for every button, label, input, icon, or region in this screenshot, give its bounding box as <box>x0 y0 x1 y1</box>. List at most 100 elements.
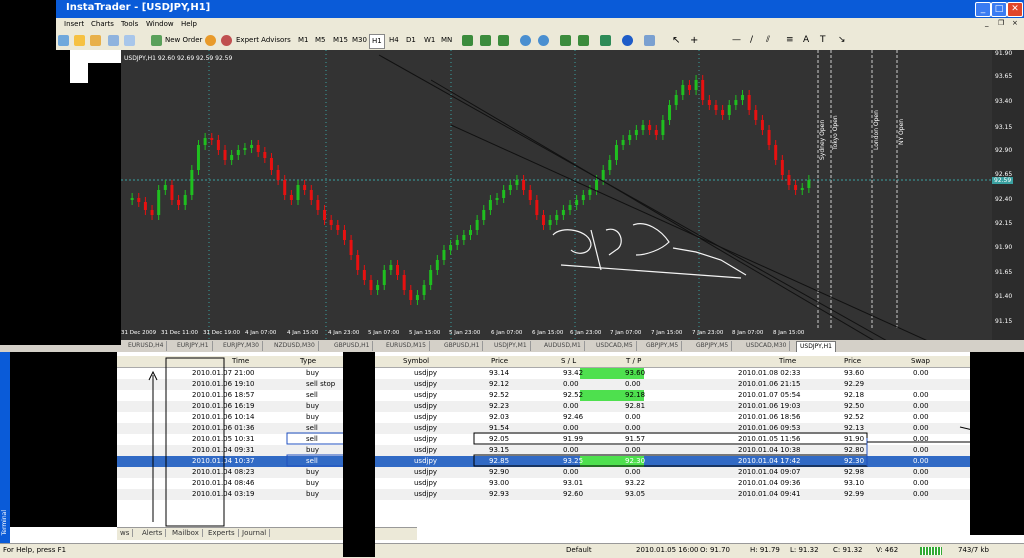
maximize-button[interactable]: □ <box>991 2 1007 17</box>
current-price-label: 92.59 <box>992 177 1014 184</box>
crosshair-icon[interactable]: + <box>690 34 698 47</box>
chart-tab[interactable]: EURUSD,H4 <box>125 341 168 351</box>
chart-tab[interactable]: GBPJPY,M5 <box>643 341 683 351</box>
redaction-block <box>0 64 70 85</box>
redaction-block <box>0 18 56 50</box>
fibonacci-icon[interactable]: ≡ <box>786 34 794 47</box>
candle-body <box>177 200 181 205</box>
chart-tab[interactable]: EURJPY,H1 <box>174 341 213 351</box>
candle-body <box>508 185 512 190</box>
timeframe-m5[interactable]: M5 <box>315 34 326 47</box>
periods-icon[interactable] <box>622 35 633 46</box>
candle-body <box>163 185 167 190</box>
zoom-out-icon[interactable] <box>538 35 549 46</box>
inner-minimize-button[interactable]: _ <box>985 19 989 27</box>
bar-chart-icon[interactable] <box>462 35 473 46</box>
timeframe-m15[interactable]: M15 <box>333 34 348 47</box>
chart-tab[interactable]: USDCAD,M30 <box>743 341 791 351</box>
terminal-tab-experts[interactable]: Experts <box>205 529 239 537</box>
price-chart[interactable]: USDJPY,H1 92.60 92.69 92.59 92.59 Sydney… <box>121 50 992 340</box>
candle-body <box>641 125 645 130</box>
timeframe-mn[interactable]: MN <box>441 34 452 47</box>
navigator-icon[interactable] <box>108 35 119 46</box>
candle-body <box>137 198 141 202</box>
status-traffic: 743/7 kb <box>958 546 989 554</box>
chart-tab[interactable]: EURUSD,M15 <box>383 341 430 351</box>
y-tick: 93.15 <box>995 124 1013 131</box>
candle-body <box>800 188 804 190</box>
candle-body <box>741 95 745 100</box>
minimize-button[interactable]: _ <box>975 2 991 17</box>
terminal-tab-mailbox[interactable]: Mailbox <box>169 529 203 537</box>
candle-body <box>654 130 658 135</box>
arrows-icon[interactable]: ↘ <box>838 34 846 47</box>
terminal-icon[interactable] <box>124 35 135 46</box>
chart-tab[interactable]: GBPUSD,H1 <box>331 341 374 351</box>
redaction-block <box>10 352 117 527</box>
candle-body <box>787 175 791 185</box>
new-order-button[interactable]: New Order <box>165 34 202 47</box>
menu-charts[interactable]: Charts <box>91 20 114 28</box>
candle-body <box>382 270 386 285</box>
text-label-icon[interactable]: T <box>820 34 826 47</box>
candle-body <box>422 285 426 295</box>
timeframe-h4[interactable]: H4 <box>389 34 399 47</box>
x-tick: 5 Jan 15:00 <box>409 330 441 336</box>
chart-tab[interactable]: NZDUSD,M30 <box>271 341 319 351</box>
horizontal-line-icon[interactable]: — <box>732 34 741 47</box>
status-profile: Default <box>566 546 592 554</box>
chart-tab[interactable]: GBPUSD,H1 <box>441 341 484 351</box>
terminal-tab-journal[interactable]: Journal <box>239 529 271 537</box>
text-tool-icon[interactable]: A <box>803 34 809 47</box>
candle-body <box>608 160 612 170</box>
candle-body <box>707 100 711 105</box>
candle-body <box>396 265 400 275</box>
line-chart-icon[interactable] <box>498 35 509 46</box>
menu-window[interactable]: Window <box>146 20 174 28</box>
expert-advisors-toggle-icon[interactable] <box>205 35 216 46</box>
status-close: C: 91.32 <box>833 546 863 554</box>
candle-body <box>614 145 618 160</box>
chart-tab-active[interactable]: USDJPY,H1 <box>796 341 836 352</box>
candle-body <box>342 230 346 240</box>
zoom-in-icon[interactable] <box>520 35 531 46</box>
timeframe-h1[interactable]: H1 <box>369 34 385 49</box>
status-datetime: 2010.01.05 16:00 <box>636 546 699 554</box>
chart-tab[interactable]: EURJPY,M30 <box>220 341 263 351</box>
timeframe-w1[interactable]: W1 <box>424 34 435 47</box>
close-button[interactable]: ✕ <box>1007 2 1023 17</box>
menu-tools[interactable]: Tools <box>121 20 138 28</box>
cursor-icon[interactable]: ↖ <box>672 34 680 47</box>
expert-advisors-button[interactable]: Expert Advisors <box>236 34 291 47</box>
autoscroll-icon[interactable] <box>560 35 571 46</box>
candle-body <box>595 180 599 190</box>
x-tick: 4 Jan 07:00 <box>245 330 277 336</box>
timeframe-d1[interactable]: D1 <box>406 34 416 47</box>
templates-icon[interactable] <box>644 35 655 46</box>
folder-icon[interactable] <box>90 35 101 46</box>
new-order-icon[interactable] <box>151 35 162 46</box>
menu-help[interactable]: Help <box>181 20 197 28</box>
chart-tab[interactable]: USDCAD,M5 <box>593 341 637 351</box>
candlestick-icon[interactable] <box>480 35 491 46</box>
status-volume: V: 462 <box>876 546 899 554</box>
chart-tab[interactable]: GBPJPY,M5 <box>693 341 733 351</box>
new-chart-icon[interactable] <box>58 35 69 46</box>
chart-tab[interactable]: AUDUSD,M1 <box>541 341 585 351</box>
terminal-tab[interactable]: ws <box>117 529 134 537</box>
x-tick: 8 Jan 15:00 <box>773 330 805 336</box>
menu-insert[interactable]: Insert <box>64 20 84 28</box>
timeframe-m1[interactable]: M1 <box>298 34 309 47</box>
chart-tab[interactable]: USDJPY,M1 <box>491 341 531 351</box>
indicators-icon[interactable] <box>600 35 611 46</box>
chart-shift-icon[interactable] <box>578 35 589 46</box>
trendline-icon[interactable]: / <box>750 34 753 47</box>
inner-close-button[interactable]: × <box>1012 19 1018 27</box>
crosshair-move-icon[interactable] <box>74 35 85 46</box>
channel-icon[interactable]: ⫽ <box>766 34 770 47</box>
terminal-tab-alerts[interactable]: Alerts <box>139 529 167 537</box>
session-label-ny: NY Open <box>898 119 905 145</box>
expert-advisors-icon[interactable] <box>221 35 232 46</box>
timeframe-m30[interactable]: M30 <box>352 34 367 47</box>
inner-restore-button[interactable]: ❐ <box>998 19 1004 27</box>
